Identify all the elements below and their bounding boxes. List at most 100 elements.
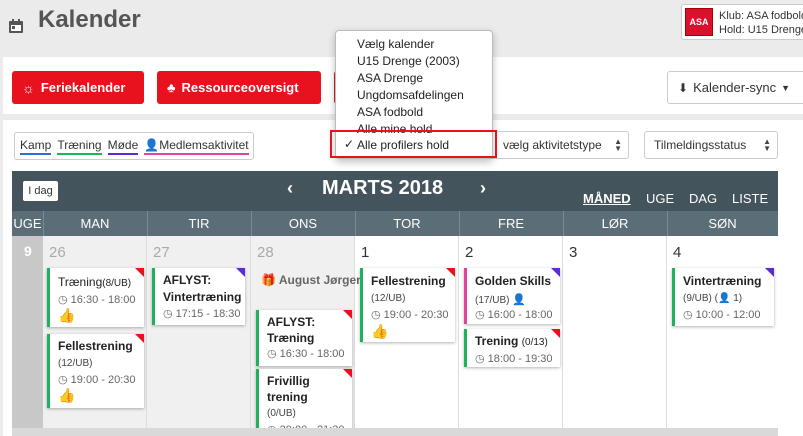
ressourceoversigt-button[interactable]: ♣ Ressourceoversigt <box>157 71 321 104</box>
event-count: (0/UB) <box>267 408 296 419</box>
kalender-sync-button[interactable]: ⬇ Kalender-sync ▼ <box>667 71 803 104</box>
sun-icon: ☼ <box>22 79 35 96</box>
red-corner-marker <box>135 268 144 277</box>
person-icon: 👤 <box>144 137 160 152</box>
event-time: 18:00 - 19:30 <box>487 353 553 365</box>
person-icon: 👤 <box>512 294 526 306</box>
dropdown-item[interactable]: U15 Drenge (2003) <box>357 54 460 68</box>
day-cell-sat[interactable] <box>563 236 667 436</box>
clock-icon: ◷ <box>371 309 381 321</box>
event-wed-frivillig[interactable]: Frivillig trening (0/UB) ◷ 20:00 - 21:30 <box>256 369 352 436</box>
purple-corner-marker <box>551 268 560 277</box>
view-week-tab[interactable]: UGE <box>646 191 674 206</box>
event-name-line1: AFLYST: <box>267 315 316 329</box>
clock-icon: ◷ <box>475 309 485 321</box>
event-time: 16:00 - 18:00 <box>487 309 553 321</box>
clock-icon: ◷ <box>475 353 485 365</box>
dropdown-item[interactable]: ASA fodbold <box>357 105 423 119</box>
week-number-cell <box>12 236 43 436</box>
prev-month-icon[interactable]: ‹ <box>287 178 293 199</box>
event-name-line2: Vintertræning <box>163 290 242 304</box>
signup-status-value: Tilmeldingsstatus <box>654 138 747 152</box>
purple-corner-marker <box>765 268 774 277</box>
next-month-icon[interactable]: › <box>480 178 486 199</box>
thumbs-up-icon[interactable]: 👍 <box>371 323 388 340</box>
view-list-tab[interactable]: LISTE <box>732 191 768 206</box>
event-thu-fellestrening[interactable]: Fellestrening (12/UB) ◷ 19:00 - 20:30 👍 <box>360 268 455 342</box>
event-name: Fellestrening <box>371 274 446 288</box>
date-tue: 27 <box>153 244 170 261</box>
event-count: (12/UB) <box>371 293 406 304</box>
event-time: 19:00 - 20:30 <box>70 374 136 386</box>
event-count: (8/UB) <box>102 278 132 289</box>
legend-traening: Træning <box>57 138 102 155</box>
kalender-sync-label: Kalender-sync <box>693 80 777 95</box>
select-arrows-icon: ▲ ▼ <box>763 137 771 153</box>
select-arrows-icon: ▲ ▼ <box>614 137 622 153</box>
event-fri-golden-skills[interactable]: Golden Skills (17/UB) 👤 ◷ 16:00 - 18:00 <box>464 268 560 324</box>
event-sun-vintertraening[interactable]: Vintertræning (9/UB) (👤 1) ◷ 10:00 - 12:… <box>672 268 774 326</box>
club-logo: ASA <box>685 8 713 36</box>
day-cell-tue[interactable] <box>147 236 251 436</box>
thumbs-up-icon[interactable]: 👍 <box>58 387 75 404</box>
day-header-wed: ONS <box>288 216 318 231</box>
day-header-sat: LØR <box>601 216 629 231</box>
day-cell-sun[interactable] <box>667 236 778 436</box>
activity-type-select[interactable]: vælg aktivitetstype ▲ ▼ <box>482 131 629 159</box>
event-name: Trening <box>475 334 519 348</box>
page-header: Kalender <box>8 6 141 34</box>
resources-icon: ♣ <box>167 80 176 95</box>
red-corner-marker <box>343 310 352 319</box>
day-header-fri: FRE <box>498 216 524 231</box>
event-name: Træning <box>58 275 103 289</box>
day-header-sun: SØN <box>708 216 737 231</box>
view-day-tab[interactable]: DAG <box>689 191 717 206</box>
date-mon: 26 <box>49 244 66 261</box>
event-count: (9/UB) <box>683 293 712 304</box>
event-fri-trening[interactable]: Trening (0/13) ◷ 18:00 - 19:30 <box>464 329 560 367</box>
day-header-mon: MAN <box>80 216 110 231</box>
red-corner-marker <box>135 334 144 343</box>
page-title: Kalender <box>38 6 141 33</box>
event-count: (0/13) <box>521 337 548 348</box>
event-name: Fellestrening <box>58 339 133 353</box>
red-corner-marker <box>551 329 560 338</box>
thumbs-up-icon[interactable]: 👍 <box>58 307 75 324</box>
feriekalender-button[interactable]: ☼ Feriekalender <box>12 71 144 104</box>
month-label: MARTS 2018 <box>322 177 444 199</box>
purple-corner-marker <box>236 268 245 277</box>
event-extra: 1) <box>733 293 743 304</box>
date-sat: 3 <box>569 244 578 261</box>
gift-icon: 🎁 <box>261 273 276 287</box>
event-name-line2: Træning <box>267 331 315 345</box>
event-name-line1: Frivillig <box>267 374 310 388</box>
club-name: Klub: ASA fodbold <box>719 10 803 22</box>
club-selector[interactable]: ASA Klub: ASA fodbold Hold: U15 Drenge <box>681 4 803 40</box>
event-tue-vintertraening[interactable]: AFLYST: Vintertræning ◷ 17:15 - 18:30 <box>152 268 245 325</box>
red-corner-marker <box>343 369 352 378</box>
calendar-icon <box>8 18 24 34</box>
clock-icon: ◷ <box>58 294 68 306</box>
activity-legend: Kamp Træning Møde 👤Medlemsaktivitet <box>14 132 254 160</box>
event-time: 10:00 - 12:00 <box>695 309 761 321</box>
selection-highlight-box <box>330 130 497 158</box>
dropdown-item[interactable]: ASA Drenge <box>357 71 423 85</box>
dropdown-item[interactable]: Ungdomsafdelingen <box>357 88 464 102</box>
clock-icon: ◷ <box>58 374 68 386</box>
team-name: Hold: U15 Drenge <box>719 24 803 36</box>
event-mon-traening[interactable]: Træning(8/UB) ◷ 16:30 - 18:00 👍 <box>47 268 144 327</box>
event-name: Vintertræning <box>683 274 762 288</box>
ressourceoversigt-label: Ressourceoversigt <box>181 80 299 95</box>
day-header-tue: TIR <box>188 216 210 231</box>
today-button[interactable]: I dag <box>23 181 58 201</box>
view-month-tab[interactable]: MÅNED <box>583 191 631 206</box>
event-wed-traening[interactable]: AFLYST: Træning ◷ 16:30 - 18:00 <box>256 310 352 366</box>
date-fri: 2 <box>465 244 474 261</box>
download-icon: ⬇ <box>678 80 689 95</box>
legend-medlem: 👤Medlemsaktivitet <box>144 137 249 155</box>
event-mon-fellestrening[interactable]: Fellestrening (12/UB) ◷ 19:00 - 20:30 👍 <box>47 334 144 408</box>
signup-status-select[interactable]: Tilmeldingsstatus ▲ ▼ <box>644 131 778 159</box>
event-name: Golden Skills <box>475 274 552 288</box>
event-time: 19:00 - 20:30 <box>383 309 449 321</box>
dropdown-item[interactable]: Vælg kalender <box>357 37 434 51</box>
